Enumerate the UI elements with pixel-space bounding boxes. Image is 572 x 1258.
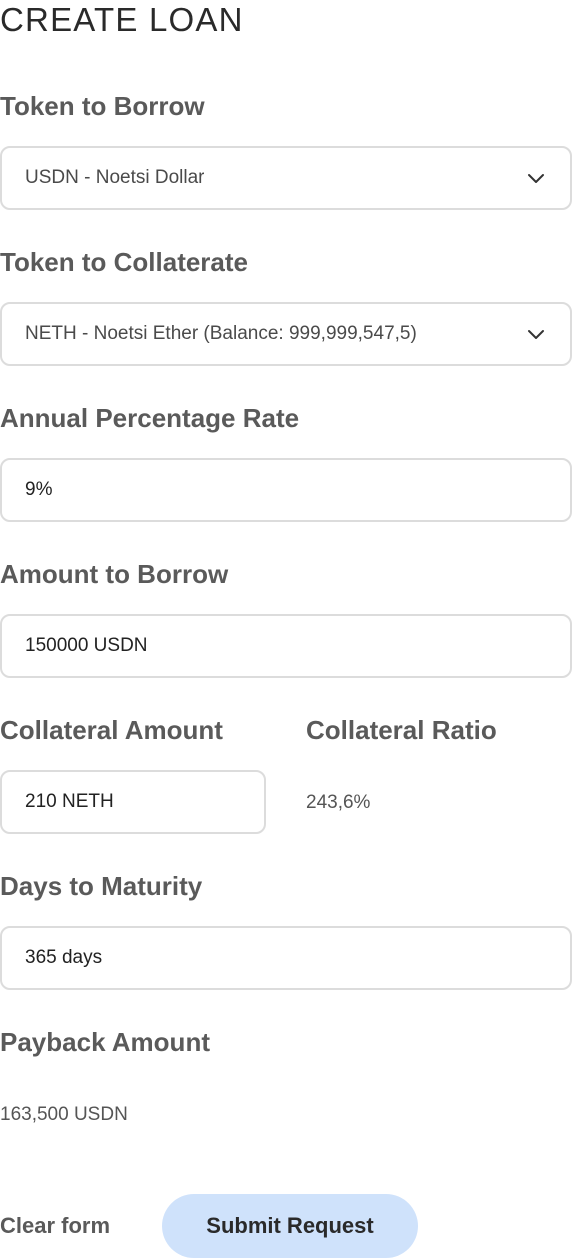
days-to-maturity-input[interactable] [0, 926, 572, 990]
chevron-down-icon [526, 168, 546, 188]
token-to-borrow-select[interactable]: USDN - Noetsi Dollar [0, 146, 572, 210]
token-to-collaterate-select[interactable]: NETH - Noetsi Ether (Balance: 999,999,54… [0, 302, 572, 366]
annual-percentage-rate-input[interactable] [0, 458, 572, 522]
amount-to-borrow-label: Amount to Borrow [0, 559, 229, 589]
payback-amount-value: 163,500 USDN [0, 1104, 128, 1125]
token-to-borrow-label: Token to Borrow [0, 91, 205, 121]
days-to-maturity-label: Days to Maturity [0, 871, 203, 901]
submit-request-button[interactable]: Submit Request [162, 1194, 418, 1258]
page-title: CREATE LOAN [0, 1, 244, 38]
annual-percentage-rate-label: Annual Percentage Rate [0, 403, 300, 433]
token-to-collaterate-label: Token to Collaterate [0, 247, 249, 277]
collateral-ratio-label: Collateral Ratio [306, 715, 497, 745]
chevron-down-icon [526, 324, 546, 344]
collateral-ratio-value: 243,6% [306, 792, 371, 813]
token-to-borrow-selected-value: USDN - Noetsi Dollar [25, 167, 205, 188]
amount-to-borrow-input[interactable] [0, 614, 572, 678]
collateral-amount-label: Collateral Amount [0, 715, 223, 745]
payback-amount-label: Payback Amount [0, 1027, 210, 1057]
clear-form-button[interactable]: Clear form [0, 1209, 110, 1243]
collateral-amount-input[interactable] [0, 770, 266, 834]
token-to-collaterate-selected-value: NETH - Noetsi Ether (Balance: 999,999,54… [25, 323, 417, 344]
